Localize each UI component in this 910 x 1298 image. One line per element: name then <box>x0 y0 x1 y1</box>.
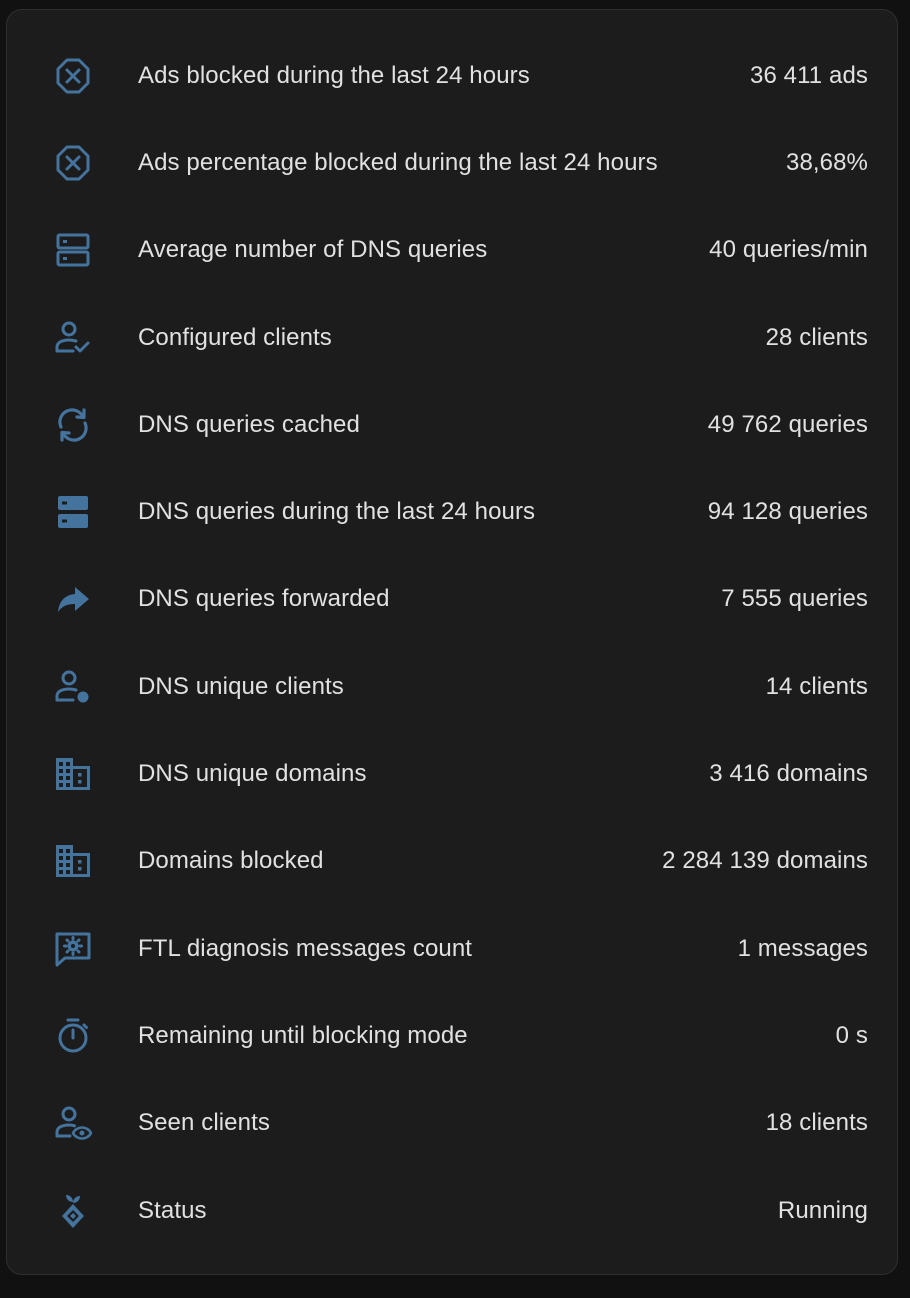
entity-row-ads-percentage[interactable]: Ads percentage blocked during the last 2… <box>7 119 897 206</box>
account-check-outline-icon <box>51 316 95 360</box>
entities-card: Ads blocked during the last 24 hours 36 … <box>6 9 898 1275</box>
sync-icon <box>51 403 95 447</box>
entity-label: DNS queries cached <box>138 410 360 438</box>
entity-value: 40 queries/min <box>709 236 868 264</box>
entity-row-unique-clients[interactable]: DNS unique clients 14 clients <box>7 643 897 730</box>
timer-outline-icon <box>51 1014 95 1058</box>
entity-value: 0 s <box>835 1021 868 1049</box>
entity-row-domains-blocked[interactable]: Domains blocked 2 284 139 domains <box>7 818 897 905</box>
entity-row-queries-cached[interactable]: DNS queries cached 49 762 queries <box>7 381 897 468</box>
entity-row-queries-24h[interactable]: DNS queries during the last 24 hours 94 … <box>7 468 897 555</box>
entity-label: Configured clients <box>138 323 332 351</box>
entity-label: Average number of DNS queries <box>138 236 488 264</box>
entity-value: 14 clients <box>765 672 868 700</box>
entity-label: DNS queries during the last 24 hours <box>138 498 536 526</box>
entity-list: Ads blocked during the last 24 hours 36 … <box>7 32 897 1254</box>
entity-row-unique-domains[interactable]: DNS unique domains 3 416 domains <box>7 730 897 817</box>
entity-value: 2 284 139 domains <box>662 847 868 875</box>
entity-row-ftl-messages[interactable]: FTL diagnosis messages count 1 messages <box>7 905 897 992</box>
entity-value: 38,68% <box>786 148 868 176</box>
account-eye-outline-icon <box>51 1101 95 1145</box>
entity-value: 1 messages <box>737 934 868 962</box>
entity-row-queries-forwarded[interactable]: DNS queries forwarded 7 555 queries <box>7 556 897 643</box>
entity-row-average-queries[interactable]: Average number of DNS queries 40 queries… <box>7 207 897 294</box>
entity-value: 94 128 queries <box>707 498 868 526</box>
entity-row-ads-blocked[interactable]: Ads blocked during the last 24 hours 36 … <box>7 32 897 119</box>
entity-label: Status <box>138 1196 207 1224</box>
entity-label: DNS unique domains <box>138 760 367 788</box>
entity-value: 28 clients <box>765 323 868 351</box>
pi-hole-icon <box>51 1189 95 1233</box>
entity-label: Remaining until blocking mode <box>138 1021 468 1049</box>
entity-label: Ads percentage blocked during the last 2… <box>138 148 658 176</box>
entity-row-configured-clients[interactable]: Configured clients 28 clients <box>7 294 897 381</box>
entity-value: 36 411 ads <box>750 61 868 89</box>
account-dot-icon <box>51 665 95 709</box>
entity-label: DNS unique clients <box>138 672 344 700</box>
entity-value: 49 762 queries <box>707 410 868 438</box>
entity-row-seen-clients[interactable]: Seen clients 18 clients <box>7 1080 897 1167</box>
entity-label: FTL diagnosis messages count <box>138 934 473 962</box>
entity-value: 3 416 domains <box>709 760 868 788</box>
domain-icon <box>51 839 95 883</box>
entity-label: Ads blocked during the last 24 hours <box>138 61 530 89</box>
entity-label: DNS queries forwarded <box>138 585 390 613</box>
server-outline-icon <box>51 228 95 272</box>
message-cog-icon <box>51 927 95 971</box>
server-icon <box>51 490 95 534</box>
entity-value: Running <box>777 1196 868 1224</box>
share-forward-icon <box>51 577 95 621</box>
entity-row-remaining-blocking[interactable]: Remaining until blocking mode 0 s <box>7 992 897 1079</box>
entity-row-status[interactable]: Status Running <box>7 1167 897 1254</box>
entity-label: Seen clients <box>138 1109 270 1137</box>
entity-value: 7 555 queries <box>721 585 868 613</box>
domain-icon <box>51 752 95 796</box>
entity-label: Domains blocked <box>138 847 324 875</box>
close-octagon-outline-icon <box>51 141 95 185</box>
close-octagon-outline-icon <box>51 54 95 98</box>
entity-value: 18 clients <box>765 1109 868 1137</box>
